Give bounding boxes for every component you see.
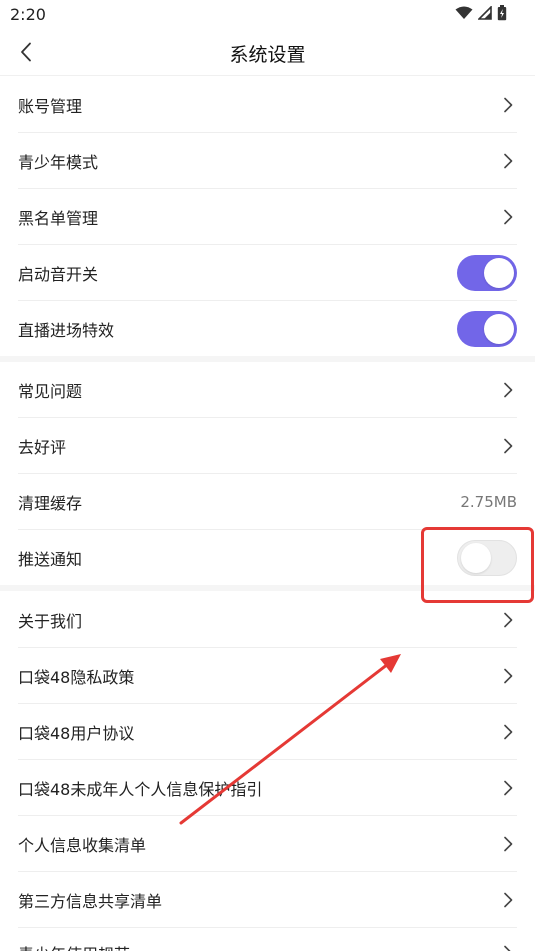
- toggle-knob: [484, 257, 514, 288]
- chevron-right-icon: [501, 945, 515, 951]
- chevron-right-icon: [501, 438, 515, 454]
- row-label: 口袋48隐私政策: [18, 667, 135, 687]
- row-label: 第三方信息共享清单: [18, 891, 163, 911]
- status-bar: 2:20: [0, 0, 535, 30]
- signal-icon: [478, 6, 492, 20]
- row-label: 常见问题: [18, 381, 83, 401]
- row-label: 启动音开关: [18, 264, 99, 284]
- chevron-right-icon: [501, 668, 515, 684]
- row-live-entry-effect: 直播进场特效: [18, 301, 517, 357]
- row-label: 青少年使用规范: [18, 941, 501, 951]
- row-clear-cache[interactable]: 清理缓存 2.75MB: [18, 474, 517, 530]
- row-startup-sound: 启动音开关: [18, 245, 517, 301]
- row-label: 关于我们: [18, 611, 83, 631]
- row-blacklist[interactable]: 黑名单管理: [18, 189, 517, 245]
- cache-size-value: 2.75MB: [460, 492, 517, 511]
- row-label: 个人信息收集清单: [18, 835, 147, 855]
- annotation-highlight-box: [421, 527, 534, 603]
- page-title: 系统设置: [229, 44, 306, 66]
- chevron-right-icon: [501, 153, 515, 169]
- row-rate-app[interactable]: 去好评: [18, 418, 517, 474]
- row-label: 清理缓存: [18, 493, 83, 513]
- chevron-right-icon: [501, 780, 515, 796]
- status-time: 2:20: [10, 5, 46, 24]
- row-teen-usage-rules[interactable]: 青少年使用规范: [18, 925, 517, 951]
- row-teen-mode[interactable]: 青少年模式: [18, 133, 517, 189]
- startup-sound-toggle[interactable]: [457, 254, 517, 291]
- row-label: 口袋48用户协议: [18, 723, 135, 743]
- chevron-right-icon: [501, 382, 515, 398]
- status-icons: [455, 5, 507, 21]
- chevron-right-icon: [501, 209, 515, 225]
- battery-icon: [497, 5, 507, 21]
- row-user-agreement[interactable]: 口袋48用户协议: [18, 704, 517, 760]
- chevron-right-icon: [501, 836, 515, 852]
- row-minor-protection-guide[interactable]: 口袋48未成年人个人信息保护指引: [18, 760, 517, 816]
- row-label: 青少年模式: [18, 152, 99, 172]
- chevron-right-icon: [501, 612, 515, 628]
- row-label: 直播进场特效: [18, 321, 115, 340]
- chevron-right-icon: [501, 724, 515, 740]
- chevron-right-icon: [501, 97, 515, 113]
- row-label: 黑名单管理: [18, 208, 99, 228]
- settings-screen: 2:20 系统设置 账号管理 青少年模式 黑名单管理 启动音开关 直播进场特效 …: [0, 0, 535, 951]
- row-label: 口袋48未成年人个人信息保护指引: [18, 779, 263, 799]
- row-faq[interactable]: 常见问题: [18, 362, 517, 418]
- row-third-party-sharing-list[interactable]: 第三方信息共享清单: [18, 872, 517, 928]
- row-label: 推送通知: [18, 550, 83, 569]
- chevron-right-icon: [501, 892, 515, 908]
- toggle-knob: [484, 314, 514, 344]
- row-privacy-policy[interactable]: 口袋48隐私政策: [18, 648, 517, 704]
- header: 系统设置: [0, 30, 535, 76]
- row-label: 账号管理: [18, 96, 83, 116]
- live-entry-effect-toggle[interactable]: [457, 311, 517, 347]
- row-account-management[interactable]: 账号管理: [18, 77, 517, 133]
- row-data-collection-list[interactable]: 个人信息收集清单: [18, 816, 517, 872]
- wifi-icon: [455, 6, 473, 19]
- row-label: 去好评: [18, 437, 67, 457]
